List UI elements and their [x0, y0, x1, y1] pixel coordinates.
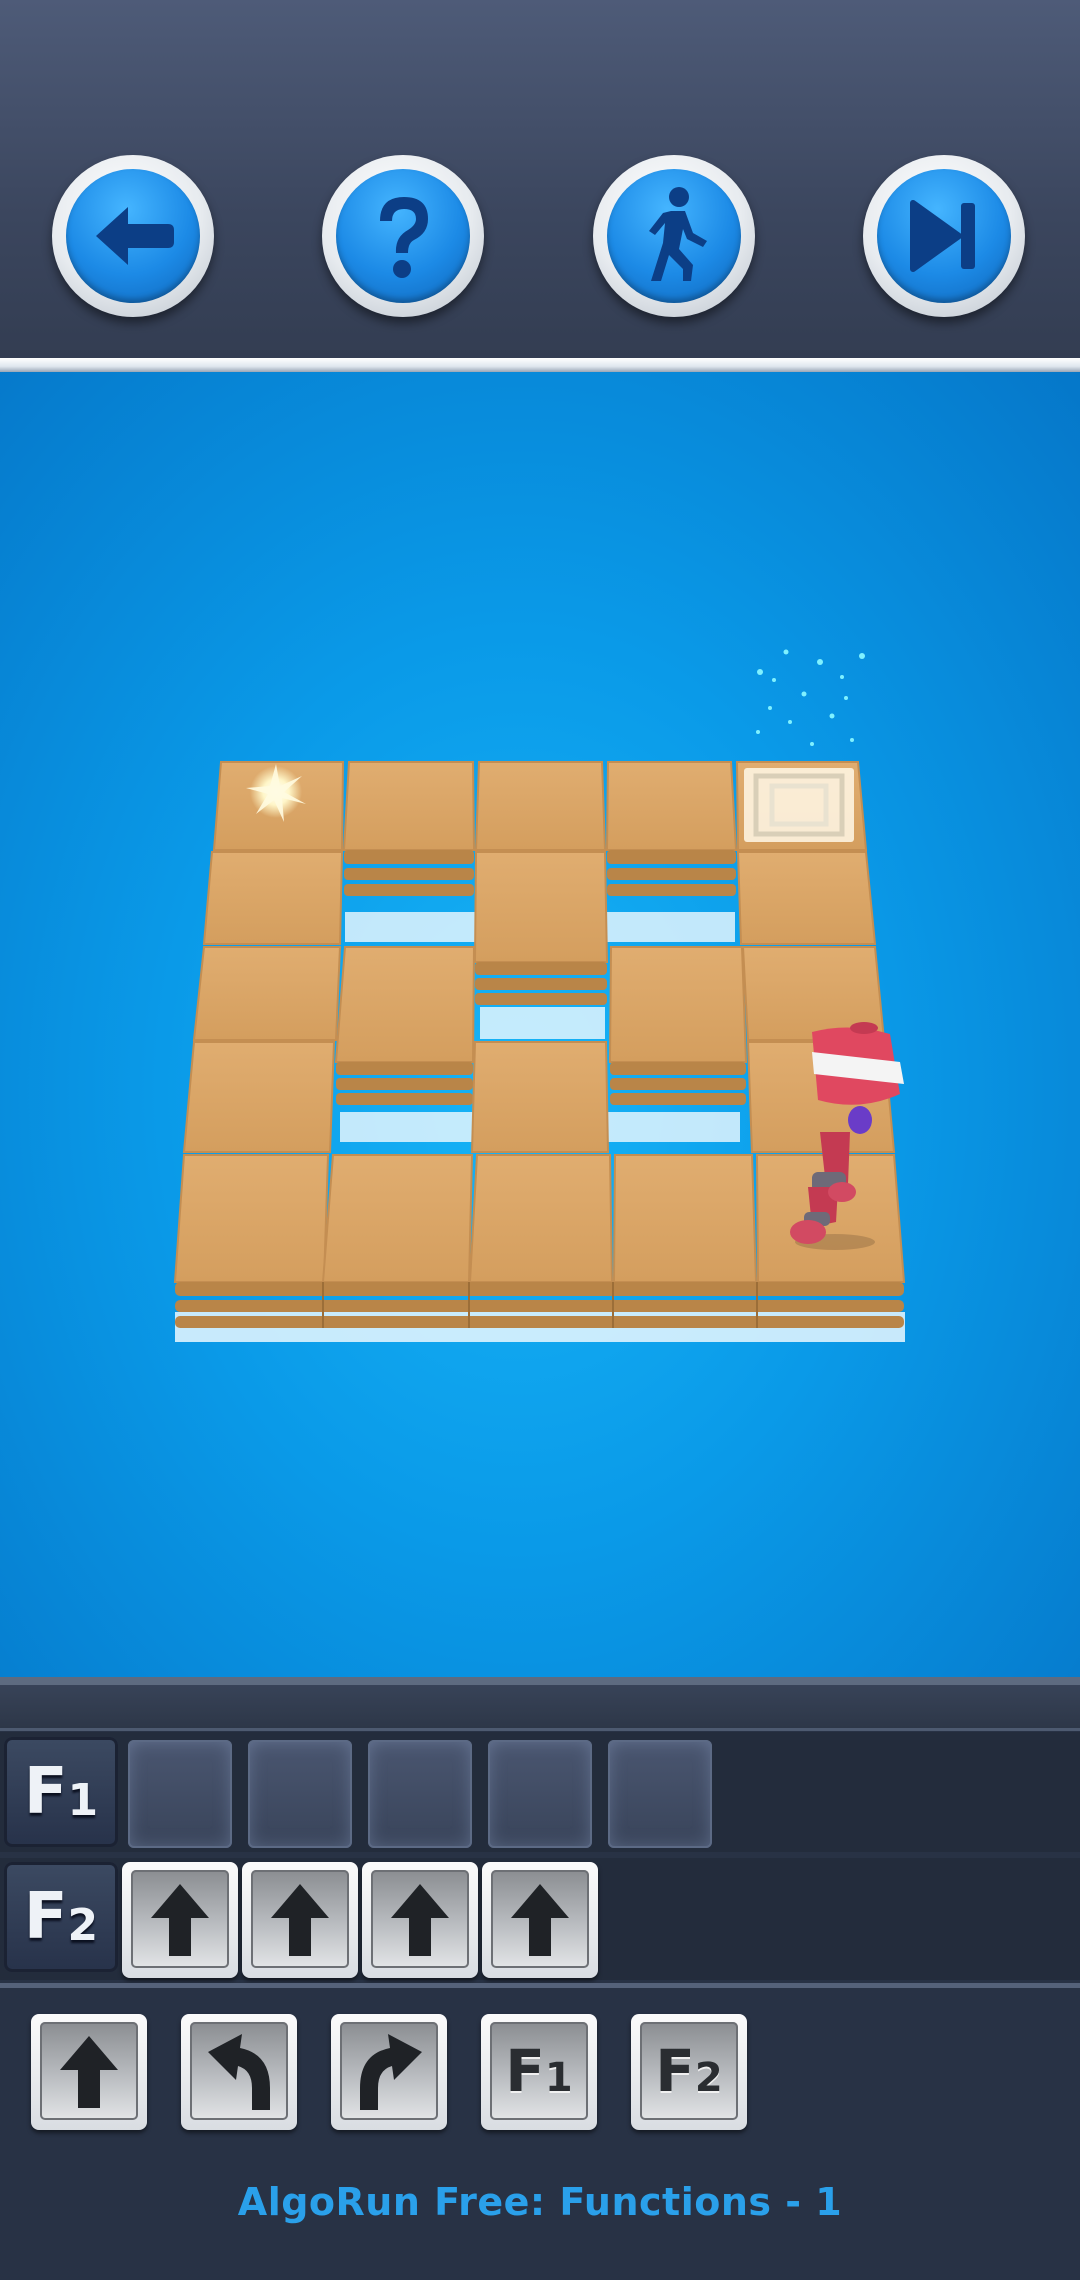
f1-slot-1[interactable]: [128, 1740, 232, 1848]
game-board-area: [0, 372, 1080, 1677]
back-button[interactable]: [52, 155, 214, 317]
f1-label: F1: [4, 1737, 118, 1847]
f1-slot-2[interactable]: [248, 1740, 352, 1848]
turn-left-icon: [208, 2034, 270, 2110]
skip-forward-icon: [910, 200, 975, 272]
game-board: [173, 649, 906, 1342]
toolbar-divider: [0, 358, 1080, 372]
question-mark-icon: [380, 197, 428, 278]
f2-label: F2: [4, 1862, 118, 1972]
arrow-up-icon: [271, 1884, 329, 1956]
arrow-left-icon: [96, 207, 174, 265]
game-divider: [0, 1677, 1080, 1685]
f1-slot-3[interactable]: [368, 1740, 472, 1848]
tile-row-3: [182, 1041, 896, 1153]
command-turn-left[interactable]: [181, 2014, 297, 2130]
skip-button[interactable]: [863, 155, 1025, 317]
arrow-up-icon: [60, 2036, 118, 2108]
tile-row-4: [173, 1154, 906, 1283]
turn-right-icon: [360, 2034, 422, 2110]
command-call-f2[interactable]: F2: [631, 2014, 747, 2130]
command-turn-right[interactable]: [331, 2014, 447, 2130]
help-button[interactable]: [322, 155, 484, 317]
top-toolbar: [0, 0, 1080, 358]
run-button[interactable]: [593, 155, 755, 317]
command-forward[interactable]: [31, 2014, 147, 2130]
program-header-strip: [0, 1685, 1080, 1731]
tile-stacks-front: [175, 1282, 904, 1328]
f2-slot-2-forward[interactable]: [242, 1862, 358, 1978]
f2-slot-4-forward[interactable]: [482, 1862, 598, 1978]
arrow-up-icon: [151, 1884, 209, 1956]
palette-divider: [0, 1983, 1080, 1988]
arrow-up-icon: [511, 1884, 569, 1956]
goal-sparkles: [756, 649, 865, 746]
walking-man-icon: [649, 187, 707, 281]
f2-slot-1-forward[interactable]: [122, 1862, 238, 1978]
goal-marker: [744, 768, 854, 842]
tile-row-1: [202, 851, 877, 963]
arrow-up-icon: [391, 1884, 449, 1956]
f1-slot-5[interactable]: [608, 1740, 712, 1848]
tile-stacks-row-1: [475, 962, 607, 1005]
command-call-f1[interactable]: F1: [481, 2014, 597, 2130]
level-title: AlgoRun Free: Functions - 1: [237, 2180, 843, 2224]
f2-slot-3-forward[interactable]: [362, 1862, 478, 1978]
f1-slot-4[interactable]: [488, 1740, 592, 1848]
